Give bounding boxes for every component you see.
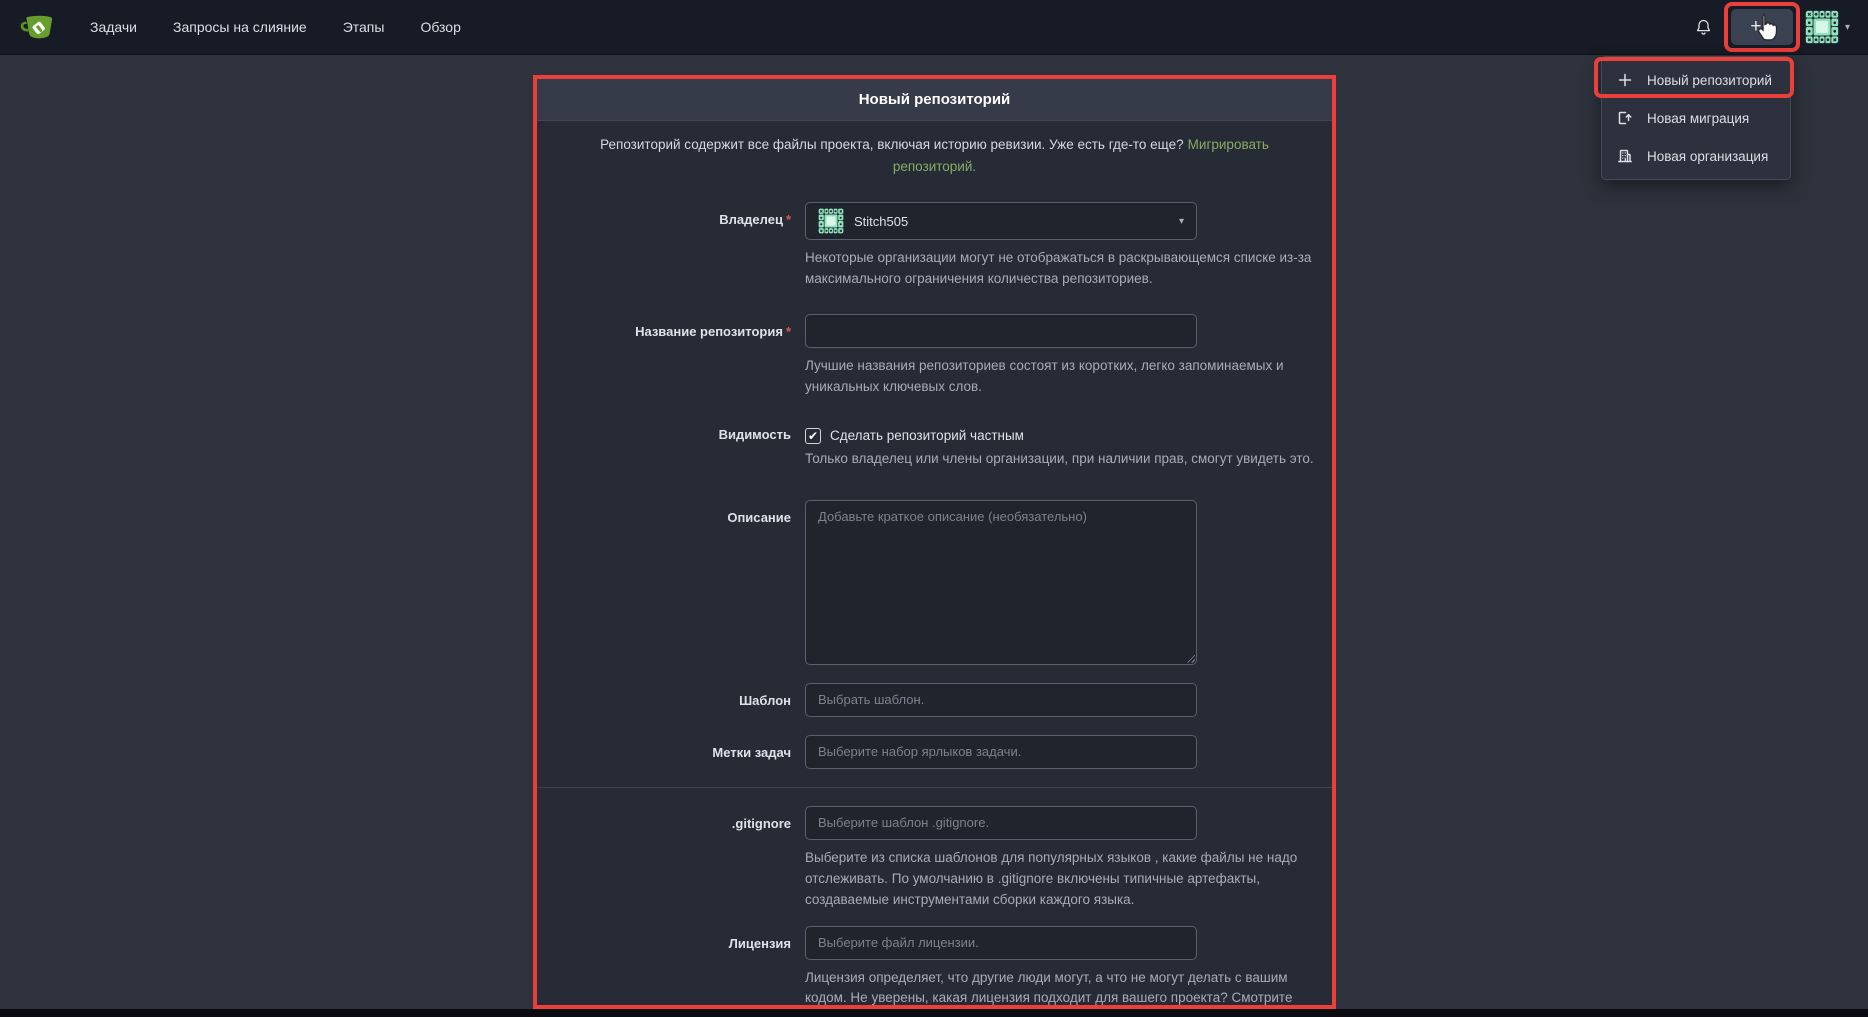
intro-text: Репозиторий содержит все файлы проекта, … (600, 137, 1184, 152)
template-input[interactable] (805, 683, 1197, 717)
migration-icon (1617, 110, 1633, 126)
menu-item-label: Новая организация (1647, 149, 1768, 164)
notifications-bell-icon[interactable] (1693, 17, 1714, 38)
owner-select[interactable]: Stitch505 ▾ (805, 202, 1197, 240)
visibility-row: Видимость ✔ Сделать репозиторий частным … (537, 422, 1332, 470)
description-label: Описание (537, 500, 805, 665)
template-row: Шаблон (537, 683, 1332, 717)
chevron-down-icon: ▾ (1769, 22, 1774, 33)
license-label-text: Лицензия (729, 936, 791, 951)
nav-item-milestones[interactable]: Этапы (343, 19, 385, 35)
template-label: Шаблон (537, 683, 805, 717)
create-new-button[interactable]: + ▾ (1731, 9, 1793, 45)
navbar-left: Задачи Запросы на слияние Этапы Обзор (18, 9, 461, 45)
form-intro: Репозиторий содержит все файлы проекта, … (570, 134, 1300, 177)
license-input[interactable] (805, 926, 1197, 960)
license-label: Лицензия (537, 926, 805, 1009)
owner-help: Некоторые организации могут не отображат… (805, 248, 1330, 290)
plus-icon: + (1750, 17, 1761, 36)
bottom-bar (0, 1009, 1868, 1017)
form-divider (537, 787, 1332, 788)
private-checkbox[interactable]: ✔ (805, 428, 821, 444)
gitignore-input[interactable] (805, 806, 1197, 840)
create-new-dropdown-menu: Новый репозиторий Новая миграция Новая о… (1601, 56, 1791, 180)
visibility-label: Видимость (537, 422, 805, 470)
nav-item-explore[interactable]: Обзор (420, 19, 460, 35)
template-label-text: Шаблон (739, 693, 791, 708)
owner-value: Stitch505 (854, 214, 908, 229)
annotation-box-new-button: + ▾ (1724, 2, 1800, 52)
page: Задачи Запросы на слияние Этапы Обзор + … (0, 0, 1868, 1017)
repo-name-label-text: Название репозитория (635, 324, 783, 339)
owner-label-text: Владелец (719, 212, 783, 227)
form-title: Новый репозиторий (859, 91, 1011, 108)
license-help: Лицензия определяет, что другие люди мог… (805, 968, 1330, 1009)
license-row: Лицензия Лицензия определяет, что другие… (537, 926, 1332, 1009)
issue-labels-label: Метки задач (537, 735, 805, 769)
navbar-right: + ▾ (1693, 2, 1850, 52)
description-textarea[interactable] (805, 500, 1197, 665)
check-icon: ✔ (808, 429, 818, 443)
issue-labels-label-text: Метки задач (712, 745, 791, 760)
menu-item-new-organization[interactable]: Новая организация (1602, 137, 1790, 175)
plus-icon (1617, 72, 1633, 88)
owner-avatar (818, 208, 844, 234)
navbar: Задачи Запросы на слияние Этапы Обзор + … (0, 0, 1868, 55)
visibility-label-text: Видимость (719, 427, 791, 442)
nav-item-issues[interactable]: Задачи (90, 19, 137, 35)
new-repository-form: Новый репозиторий Репозиторий содержит в… (533, 75, 1336, 1009)
menu-item-new-migration[interactable]: Новая миграция (1602, 99, 1790, 137)
owner-label: Владелец* (537, 202, 805, 290)
license-help-text: Лицензия определяет, что другие люди мог… (805, 970, 1292, 1006)
menu-item-label: Новая миграция (1647, 111, 1749, 126)
user-avatar[interactable] (1805, 10, 1839, 44)
repo-name-input[interactable] (805, 314, 1197, 348)
nav-item-pull-requests[interactable]: Запросы на слияние (173, 19, 307, 35)
repo-name-help: Лучшие названия репозиториев состоят из … (805, 356, 1330, 398)
gitea-logo-icon[interactable] (18, 9, 54, 45)
private-checkbox-label[interactable]: Сделать репозиторий частным (830, 428, 1024, 443)
visibility-help: Только владелец или члены организации, п… (805, 449, 1330, 470)
required-mark: * (786, 324, 791, 339)
repo-name-label: Название репозитория* (537, 314, 805, 398)
required-mark: * (786, 212, 791, 227)
repo-name-row: Название репозитория* Лучшие названия ре… (537, 314, 1332, 398)
gitignore-row: .gitignore Выберите из списка шаблонов д… (537, 806, 1332, 911)
menu-item-new-repository[interactable]: Новый репозиторий (1602, 61, 1790, 99)
gitignore-help: Выберите из списка шаблонов для популярн… (805, 848, 1330, 911)
organization-icon (1617, 148, 1633, 164)
description-label-text: Описание (727, 510, 791, 525)
issue-labels-input[interactable] (805, 735, 1197, 769)
chevron-down-icon: ▾ (1179, 216, 1184, 227)
description-row: Описание (537, 500, 1332, 665)
form-body: Репозиторий содержит все файлы проекта, … (537, 121, 1332, 1009)
issue-labels-row: Метки задач (537, 735, 1332, 769)
owner-row: Владелец* (537, 202, 1332, 290)
gitignore-label-text: .gitignore (732, 816, 791, 831)
gitignore-label: .gitignore (537, 806, 805, 911)
form-header: Новый репозиторий (537, 79, 1332, 121)
menu-item-label: Новый репозиторий (1647, 73, 1772, 88)
user-menu-caret-icon[interactable]: ▾ (1845, 22, 1850, 33)
